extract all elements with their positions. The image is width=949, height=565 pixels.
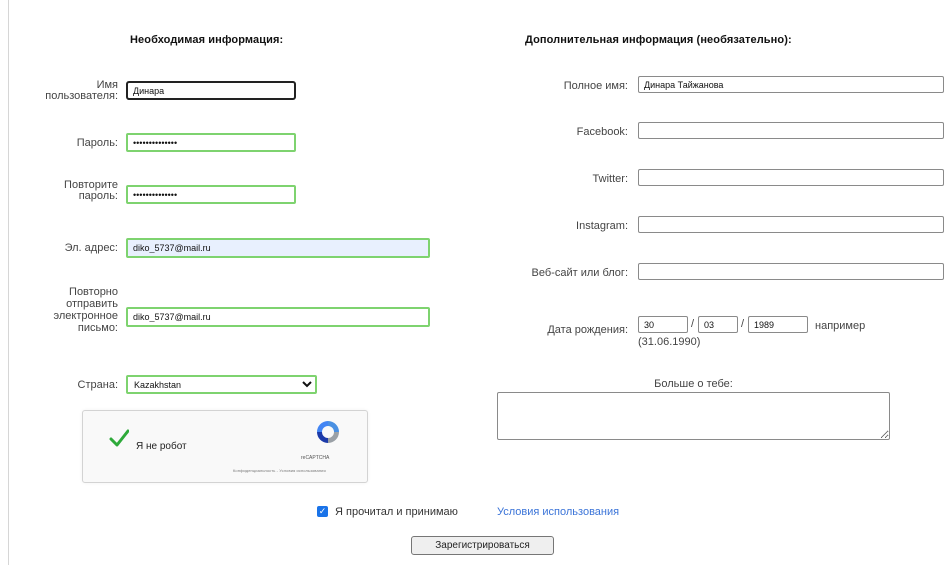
birth-separator-2: / xyxy=(741,318,745,330)
fullname-label: Полное имя: xyxy=(563,80,628,92)
about-textarea[interactable] xyxy=(497,392,890,440)
birthdate-hint-format: (31.06.1990) xyxy=(638,336,701,348)
recaptcha-brand: reCAPTCHA xyxy=(301,455,330,461)
checkmark-icon[interactable] xyxy=(109,428,129,448)
recaptcha-logo-icon xyxy=(317,421,339,443)
recaptcha-widget: Я не робот reCAPTCHA Конфиденциальность … xyxy=(82,410,368,483)
confirm-password-input[interactable] xyxy=(126,185,296,204)
birth-month-input[interactable] xyxy=(698,316,738,333)
instagram-label: Instagram: xyxy=(576,220,628,232)
register-button[interactable]: Зарегистрироваться xyxy=(411,536,554,555)
birth-day-input[interactable] xyxy=(638,316,688,333)
website-input[interactable] xyxy=(638,263,944,280)
website-label: Веб-сайт или блог: xyxy=(531,267,628,279)
password-input[interactable] xyxy=(126,133,296,152)
instagram-input[interactable] xyxy=(638,216,944,233)
required-info-heading: Необходимая информация: xyxy=(130,34,284,46)
birth-year-input[interactable] xyxy=(748,316,808,333)
recaptcha-links[interactable]: Конфиденциальность - Условия использован… xyxy=(233,468,326,473)
password-label: Пароль: xyxy=(76,137,118,149)
agree-text: Я прочитал и принимаю xyxy=(335,506,458,518)
email-label: Эл. адрес: xyxy=(64,242,118,254)
twitter-label: Twitter: xyxy=(592,173,628,185)
confirm-email-input[interactable] xyxy=(126,307,430,327)
country-select[interactable]: Kazakhstan xyxy=(126,375,317,394)
terms-link[interactable]: Условия использования xyxy=(497,506,619,518)
confirm-password-label: Повторите пароль: xyxy=(64,179,118,202)
birth-separator-1: / xyxy=(691,318,695,330)
twitter-input[interactable] xyxy=(638,169,944,186)
facebook-label: Facebook: xyxy=(576,126,628,138)
recaptcha-label: Я не робот xyxy=(136,441,187,452)
confirm-email-label: Повторно отправить электронное письмо: xyxy=(53,286,118,334)
username-input[interactable] xyxy=(126,81,296,100)
birthdate-label: Дата рождения: xyxy=(547,324,628,336)
username-label: Имя пользователя: xyxy=(45,79,118,102)
optional-info-heading: Дополнительная информация (необязательно… xyxy=(525,34,792,46)
email-input[interactable] xyxy=(126,238,430,258)
left-border-line xyxy=(8,0,9,565)
about-label: Больше о тебе: xyxy=(654,378,733,390)
birthdate-hint-example: например xyxy=(815,320,866,332)
agree-checkbox[interactable]: ✓ xyxy=(317,506,328,517)
facebook-input[interactable] xyxy=(638,122,944,139)
country-label: Страна: xyxy=(77,379,118,391)
fullname-input[interactable] xyxy=(638,76,944,93)
